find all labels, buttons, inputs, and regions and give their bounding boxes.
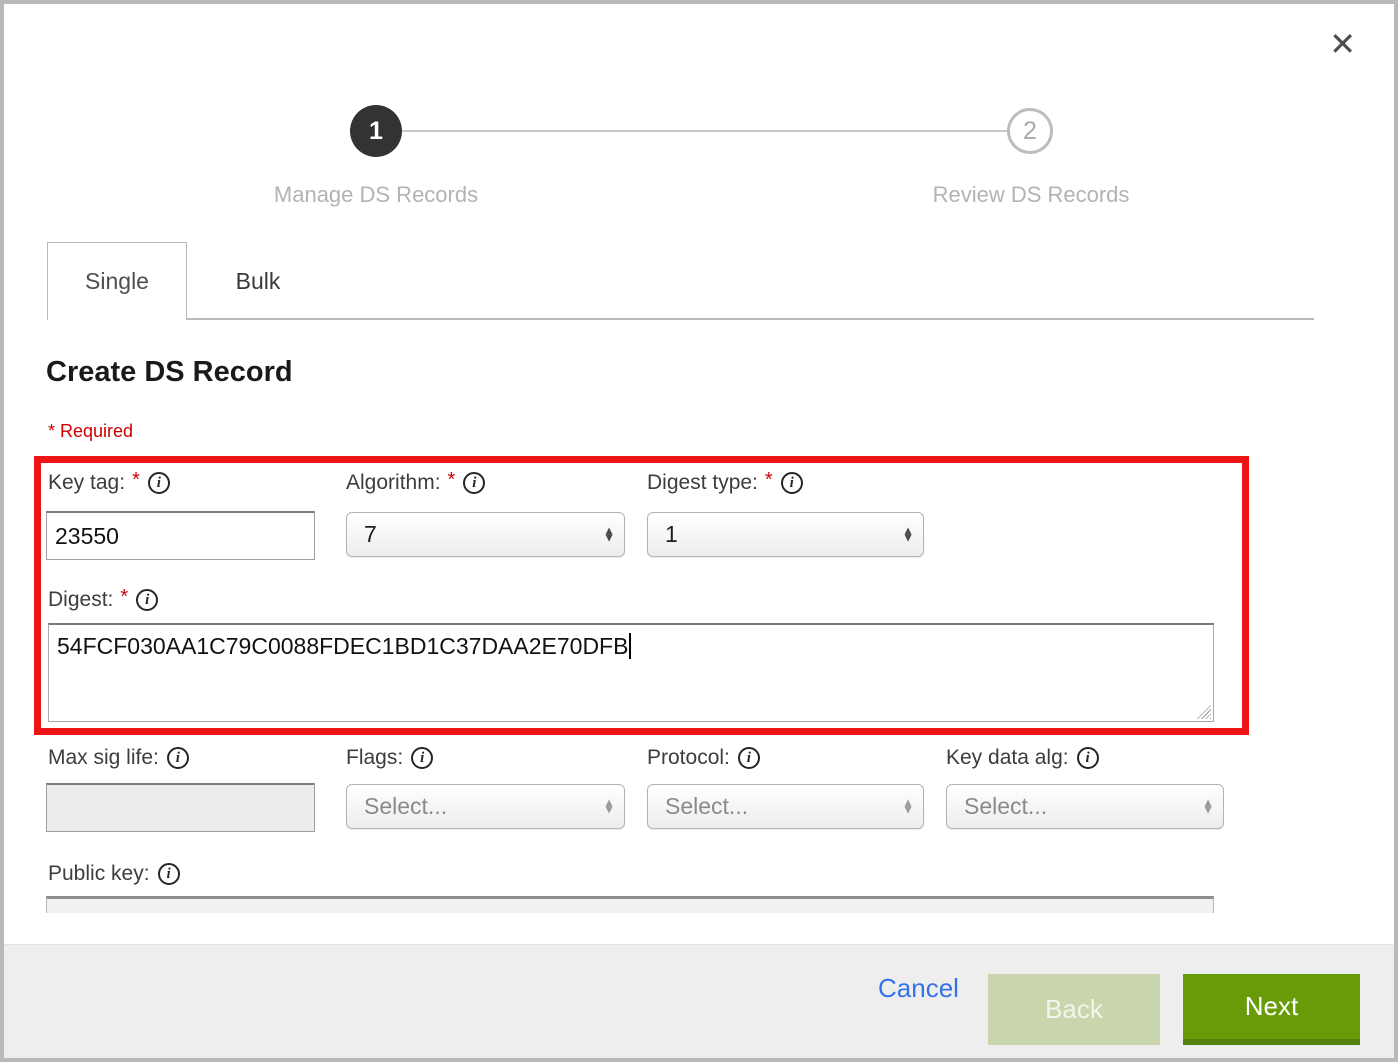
algorithm-required-marker: * [448, 469, 456, 492]
digest-label: Digest: * i [48, 588, 158, 612]
digest-type-label: Digest type: * i [647, 471, 803, 495]
text-cursor [629, 633, 631, 659]
flags-label: Flags: i [346, 746, 433, 770]
max-sig-life-info-icon[interactable]: i [167, 747, 189, 769]
algorithm-select[interactable]: 7 ▲▼ [346, 512, 625, 557]
public-key-textarea[interactable] [46, 896, 1214, 913]
step-1-indicator: 1 [350, 105, 402, 157]
select-arrows-icon: ▲▼ [902, 527, 914, 542]
protocol-select-value: Select... [665, 793, 748, 820]
modal-footer: Cancel Back Next [4, 944, 1394, 1058]
protocol-label-text: Protocol: [647, 746, 730, 770]
page-title: Create DS Record [46, 356, 293, 389]
flags-info-icon[interactable]: i [411, 747, 433, 769]
select-arrows-icon: ▲▼ [603, 799, 615, 814]
next-button[interactable]: Next [1183, 974, 1360, 1045]
protocol-label: Protocol: i [647, 746, 760, 770]
digest-info-icon[interactable]: i [136, 589, 158, 611]
key-tag-input[interactable] [46, 511, 315, 560]
max-sig-life-label-text: Max sig life: [48, 746, 159, 770]
tab-single[interactable]: Single [47, 242, 187, 320]
algorithm-label: Algorithm: * i [346, 471, 485, 495]
key-tag-label: Key tag: * i [48, 471, 170, 495]
required-note: * Required [48, 421, 133, 442]
cancel-button[interactable]: Cancel [878, 973, 959, 1004]
select-arrows-icon: ▲▼ [1202, 799, 1214, 814]
key-tag-label-text: Key tag: [48, 471, 125, 495]
tab-single-label: Single [85, 268, 149, 295]
flags-select[interactable]: Select... ▲▼ [346, 784, 625, 829]
public-key-label: Public key: i [48, 862, 180, 886]
key-data-alg-select[interactable]: Select... ▲▼ [946, 784, 1224, 829]
close-icon[interactable]: ✕ [1329, 28, 1356, 60]
back-button[interactable]: Back [988, 974, 1160, 1045]
protocol-info-icon[interactable]: i [738, 747, 760, 769]
tab-bulk[interactable]: Bulk [187, 242, 329, 320]
step-2-label: Review DS Records [871, 182, 1191, 208]
digest-value: 54FCF030AA1C79C0088FDEC1BD1C37DAA2E70DFB [57, 633, 628, 659]
select-arrows-icon: ▲▼ [603, 527, 615, 542]
max-sig-life-input[interactable] [46, 783, 315, 832]
protocol-select[interactable]: Select... ▲▼ [647, 784, 924, 829]
flags-label-text: Flags: [346, 746, 403, 770]
key-tag-required-marker: * [132, 469, 140, 492]
key-data-alg-select-value: Select... [964, 793, 1047, 820]
flags-select-value: Select... [364, 793, 447, 820]
digest-label-text: Digest: [48, 588, 113, 612]
algorithm-select-value: 7 [364, 521, 377, 548]
digest-textarea[interactable]: 54FCF030AA1C79C0088FDEC1BD1C37DAA2E70DFB [48, 623, 1214, 722]
max-sig-life-label: Max sig life: i [48, 746, 189, 770]
stepper-connector [402, 130, 1007, 132]
digest-type-select-value: 1 [665, 521, 678, 548]
tab-bulk-label: Bulk [236, 268, 281, 295]
digest-required-marker: * [120, 586, 128, 609]
create-ds-record-modal: ✕ 1 2 Manage DS Records Review DS Record… [0, 0, 1398, 1062]
step-1-number: 1 [369, 117, 383, 146]
step-1-label: Manage DS Records [216, 182, 536, 208]
digest-type-select[interactable]: 1 ▲▼ [647, 512, 924, 557]
step-2-number: 2 [1023, 117, 1037, 146]
digest-type-info-icon[interactable]: i [781, 472, 803, 494]
digest-type-label-text: Digest type: [647, 471, 758, 495]
algorithm-info-icon[interactable]: i [463, 472, 485, 494]
select-arrows-icon: ▲▼ [902, 799, 914, 814]
public-key-info-icon[interactable]: i [158, 863, 180, 885]
key-data-alg-label-text: Key data alg: [946, 746, 1069, 770]
key-data-alg-info-icon[interactable]: i [1077, 747, 1099, 769]
key-tag-info-icon[interactable]: i [148, 472, 170, 494]
public-key-label-text: Public key: [48, 862, 150, 886]
step-2-indicator: 2 [1007, 108, 1053, 154]
tab-divider [187, 318, 1314, 320]
key-data-alg-label: Key data alg: i [946, 746, 1099, 770]
resize-handle-icon[interactable] [1196, 704, 1211, 719]
digest-type-required-marker: * [765, 469, 773, 492]
algorithm-label-text: Algorithm: [346, 471, 441, 495]
